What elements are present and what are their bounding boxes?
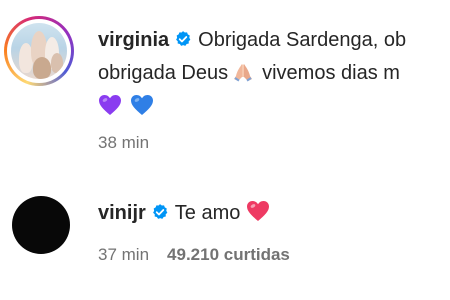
avatar-virginia[interactable]: [4, 16, 74, 86]
comment-text-line1: Obrigada Sardenga, ob: [198, 29, 407, 51]
comment-meta: 37 min 49.210 curtidas: [98, 245, 290, 265]
username[interactable]: vinijr: [98, 202, 146, 224]
purple-heart-icon: [98, 94, 122, 126]
comment-body: virginia Obrigada Sardenga, ob obrigada D…: [98, 25, 406, 126]
comment-body: vinijr Te amo: [98, 198, 270, 232]
likes-count[interactable]: 49.210 curtidas: [167, 245, 290, 264]
comment-virginia: virginia Obrigada Sardenga, ob obrigada D…: [0, 0, 450, 170]
verified-badge-icon: [151, 200, 169, 231]
red-heart-icon: [246, 200, 270, 232]
comment-meta: 38 min: [98, 133, 149, 153]
comment-text-line2-a: obrigada Deus: [98, 62, 229, 84]
username[interactable]: virginia: [98, 29, 169, 51]
comment-text: Te amo: [174, 202, 241, 224]
praying-hands-icon: [232, 61, 254, 92]
comment-timestamp[interactable]: 37 min: [98, 245, 149, 264]
comment-vinijr: vinijr Te amo 37 min 49.210 curtidas: [0, 170, 450, 300]
blue-heart-icon: [130, 94, 154, 126]
avatar-vinijr[interactable]: [12, 196, 70, 254]
verified-badge-icon: [174, 27, 192, 58]
comment-timestamp[interactable]: 38 min: [98, 133, 149, 152]
comment-text-line2-b: vivemos dias m: [262, 62, 400, 84]
